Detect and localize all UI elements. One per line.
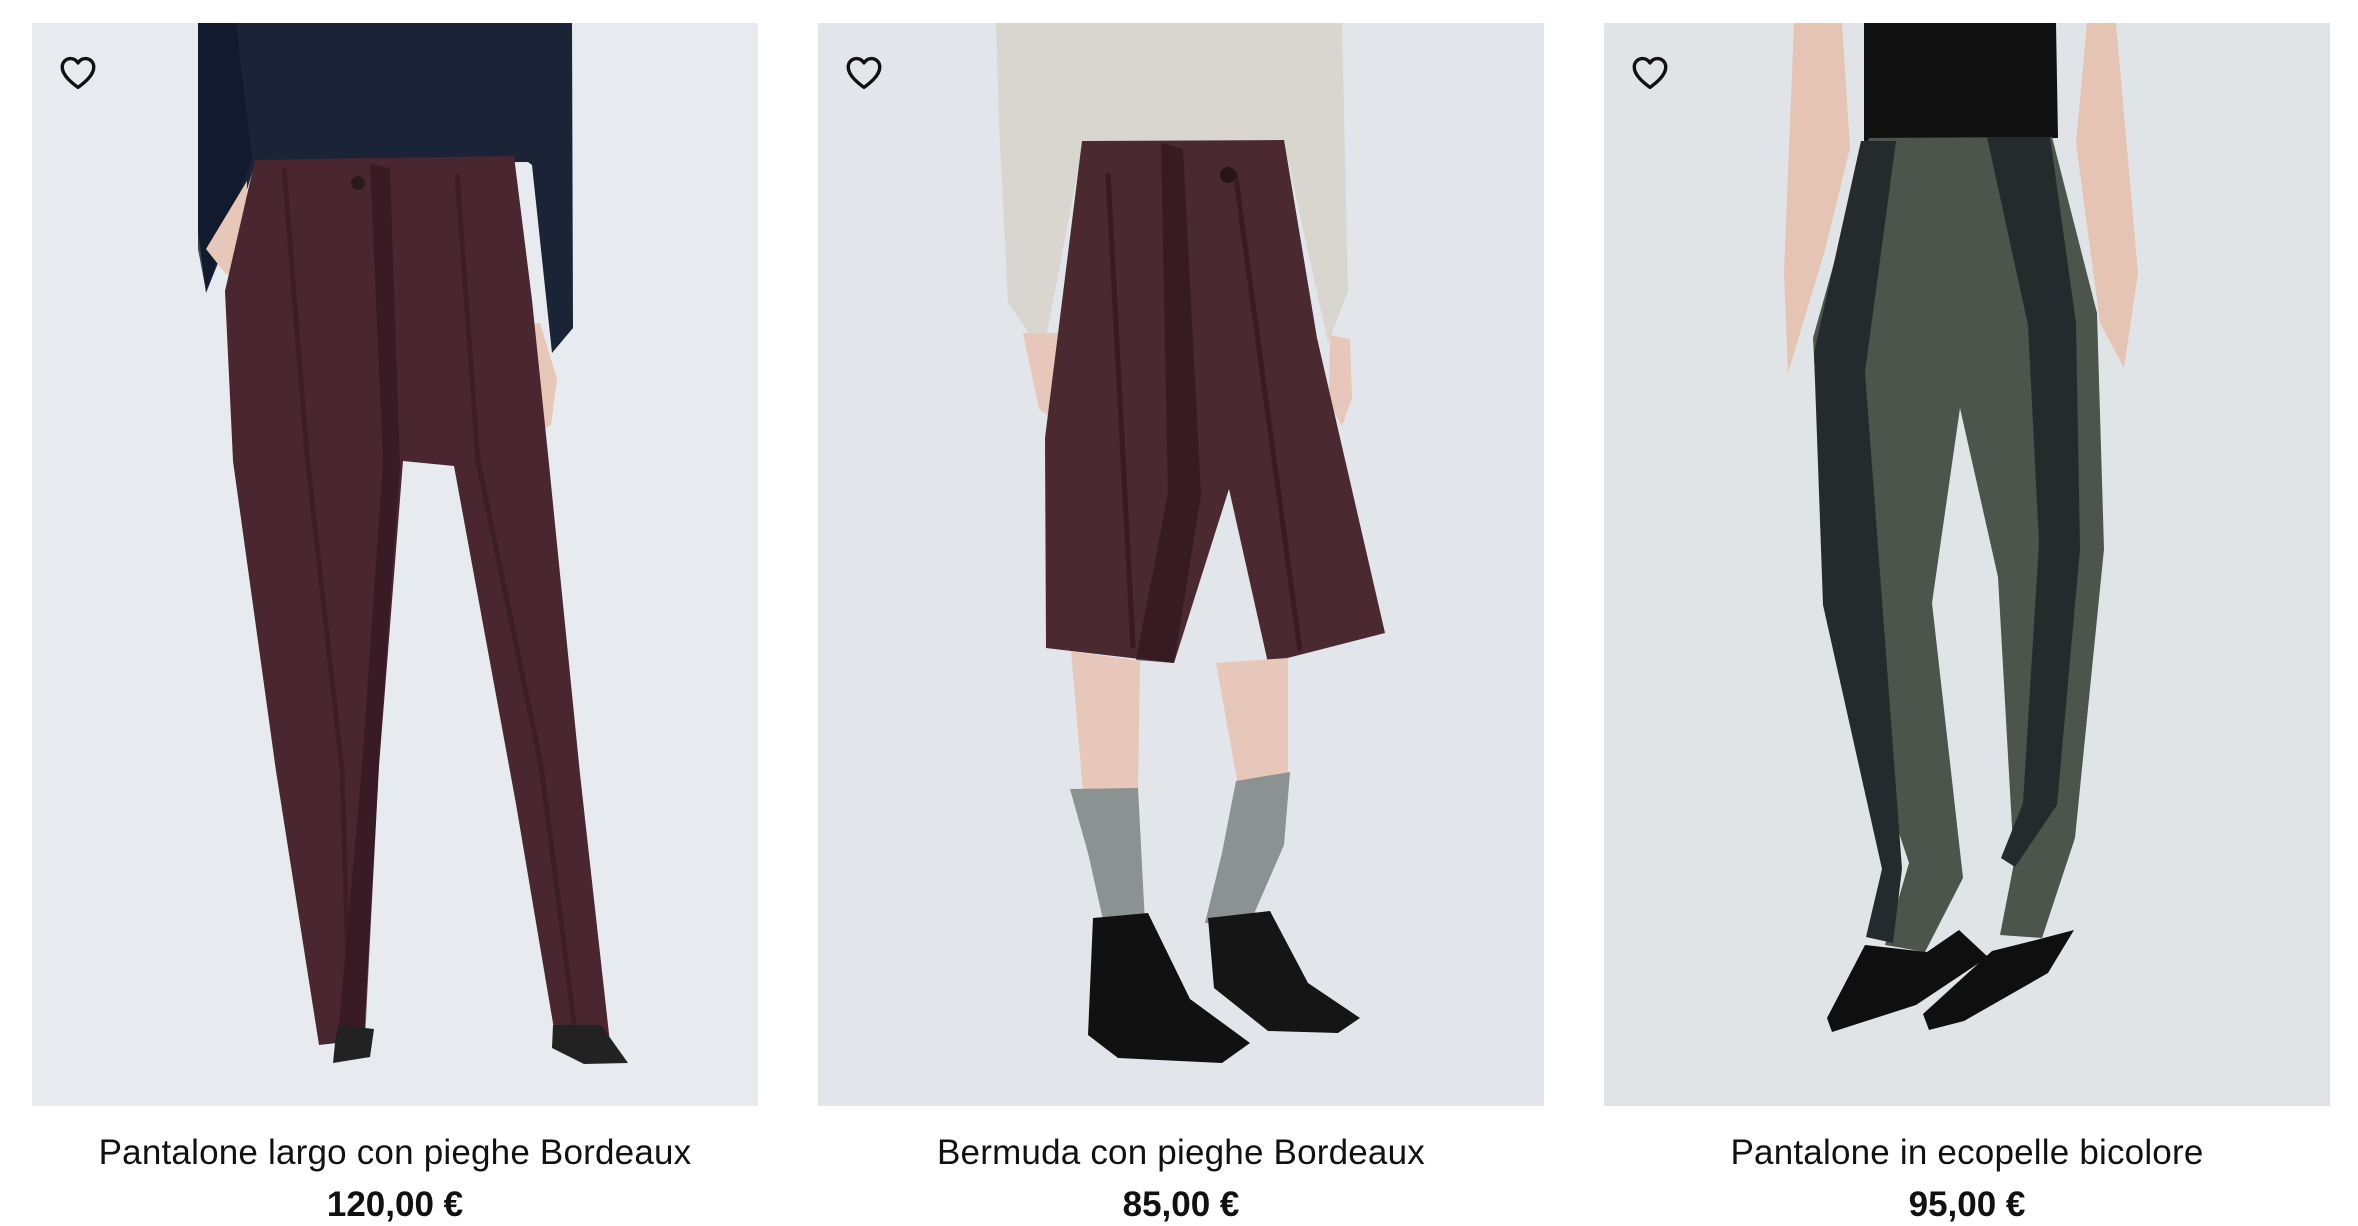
wishlist-button[interactable] — [1626, 49, 1674, 97]
product-card-pantalone-largo[interactable]: Pantalone largo con pieghe Bordeaux 120,… — [32, 23, 758, 1226]
product-title[interactable]: Pantalone in ecopelle bicolore — [1731, 1132, 2204, 1174]
product-image-container[interactable] — [818, 23, 1544, 1106]
product-title[interactable]: Pantalone largo con pieghe Bordeaux — [99, 1132, 692, 1174]
product-price: 95,00 € — [1908, 1185, 2026, 1224]
shorts-button — [1220, 167, 1236, 183]
wishlist-button[interactable] — [54, 49, 102, 97]
product-card-bermuda[interactable]: Bermuda con pieghe Bordeaux 85,00 € — [818, 23, 1544, 1226]
top-shape — [1864, 23, 2058, 141]
product-card-pantalone-ecopelle[interactable]: Pantalone in ecopelle bicolore 95,00 € — [1604, 23, 2330, 1226]
product-photo-bicolour-leggings[interactable] — [1604, 23, 2330, 1106]
product-grid: Pantalone largo con pieghe Bordeaux 120,… — [32, 23, 2330, 1226]
product-price: 85,00 € — [1122, 1185, 1240, 1224]
heart-outline-icon — [1632, 56, 1668, 90]
left-shoe-shape — [333, 1025, 374, 1063]
product-photo-bermuda[interactable] — [818, 23, 1544, 1106]
product-price: 120,00 € — [326, 1185, 464, 1224]
trouser-button — [351, 176, 365, 190]
product-image-container[interactable] — [1604, 23, 2330, 1106]
wishlist-button[interactable] — [840, 49, 888, 97]
left-leg-shape — [1071, 651, 1140, 793]
heart-outline-icon — [846, 56, 882, 90]
product-title[interactable]: Bermuda con pieghe Bordeaux — [937, 1132, 1425, 1174]
product-photo-wide-trousers[interactable] — [32, 23, 758, 1106]
heart-outline-icon — [60, 56, 96, 90]
product-image-container[interactable] — [32, 23, 758, 1106]
